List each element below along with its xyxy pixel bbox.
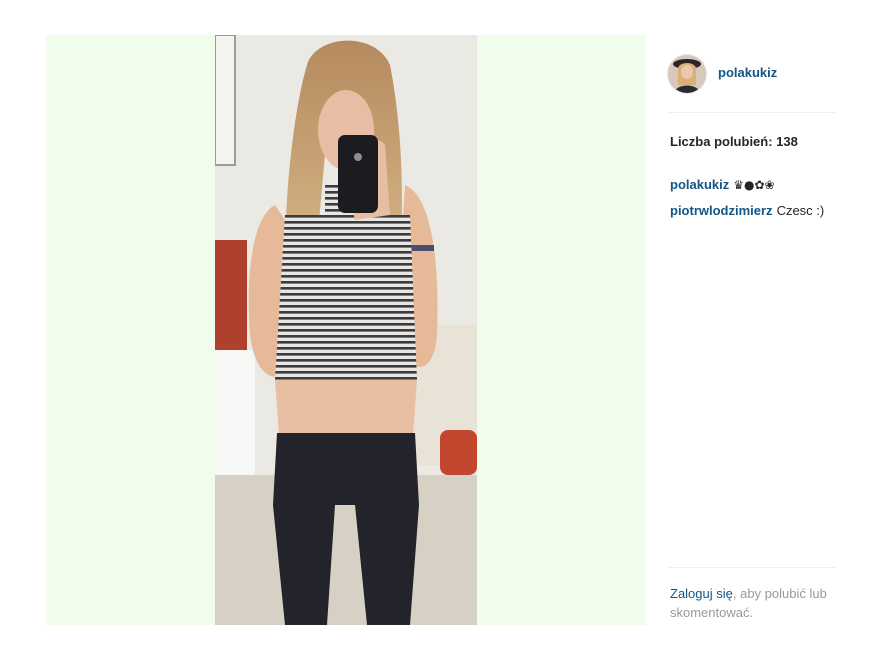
post-header: polakukiz [668, 55, 836, 93]
post-photo[interactable] [215, 35, 477, 625]
comment-author-link[interactable]: polakukiz [670, 177, 729, 192]
emoji-icon: ♛●✿❀ [733, 178, 775, 192]
avatar-image [668, 55, 706, 93]
comment-item: polakukiz ♛●✿❀ [670, 172, 836, 198]
comment-author-link[interactable]: piotrwlodzimierz [670, 203, 773, 218]
login-prompt-text: , aby polubić lub [732, 586, 827, 601]
post-media-area [46, 35, 646, 625]
comments-list: polakukiz ♛●✿❀ piotrwlodzimierz Czesc :) [670, 172, 836, 224]
likes-count: Liczba polubień: 138 [670, 134, 798, 149]
username-link[interactable]: polakukiz [718, 65, 777, 80]
footer-divider [668, 567, 836, 568]
login-prompt: Zaloguj się, aby polubić lub skomentować… [670, 584, 836, 622]
photo-illustration [215, 35, 477, 625]
post-sidebar: polakukiz Liczba polubień: 138 polakukiz… [646, 35, 836, 625]
comment-text: Czesc :) [776, 203, 825, 218]
login-link[interactable]: Zaloguj się [670, 586, 733, 601]
header-divider [668, 112, 836, 113]
avatar[interactable] [668, 55, 706, 93]
comment-item: piotrwlodzimierz Czesc :) [670, 198, 836, 224]
login-prompt-text-line2: skomentować. [670, 605, 754, 620]
